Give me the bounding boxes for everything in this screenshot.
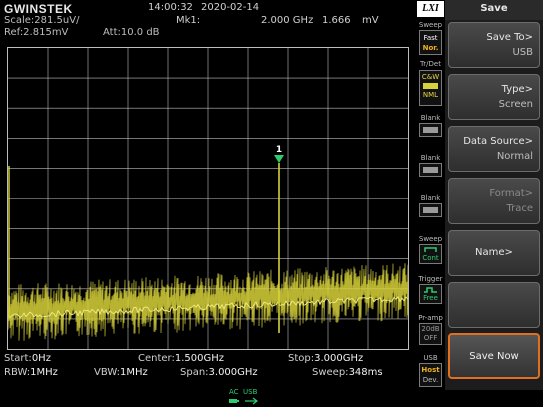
scale-readout: Scale:281.5uV/ bbox=[4, 15, 80, 26]
menu-title: Save bbox=[445, 0, 543, 20]
trace-color-icon bbox=[423, 83, 438, 89]
center-freq: Center:1.500GHz bbox=[138, 353, 224, 364]
stop-value: 3.000GHz bbox=[314, 353, 364, 364]
sweep-time: Sweep:348ms bbox=[312, 367, 383, 378]
vbw-label: VBW: bbox=[94, 367, 121, 378]
marker-triangle-icon bbox=[274, 155, 284, 163]
stop-freq: Stop:3.000GHz bbox=[288, 353, 363, 364]
start-label: Start: bbox=[4, 353, 32, 364]
spectrum-plot[interactable]: 1 bbox=[7, 47, 409, 350]
ref-level-readout: Ref:2.815mV bbox=[4, 27, 69, 38]
format-label: Format> bbox=[489, 188, 533, 199]
preamp-label: Pr-amp bbox=[418, 314, 443, 322]
vbw-value: 1MHz bbox=[120, 367, 148, 378]
marker-frequency: 2.000 GHz bbox=[261, 15, 314, 26]
continuous-sweep-icon bbox=[424, 247, 437, 252]
save-now-label: Save Now bbox=[469, 351, 519, 362]
preamp-gain: 20dB bbox=[421, 325, 440, 333]
blank-box-2[interactable] bbox=[419, 163, 442, 177]
format-value: Trace bbox=[506, 203, 533, 214]
trace-cw: C&W bbox=[421, 73, 440, 81]
sweep-cont-label: Sweep bbox=[418, 235, 443, 243]
brand-logo: GWINSTEK bbox=[4, 2, 73, 16]
rbw: RBW:1MHz bbox=[4, 367, 58, 378]
trace-disabled-icon bbox=[423, 167, 438, 173]
free-run-icon bbox=[424, 287, 437, 293]
sweep-label: Sweep: bbox=[312, 367, 349, 378]
rbw-label: RBW: bbox=[4, 367, 31, 378]
start-value: 0Hz bbox=[31, 353, 51, 364]
name-label: Name> bbox=[475, 247, 513, 258]
sweep-normal: Nor. bbox=[422, 44, 439, 52]
sweep-status-label: Sweep bbox=[418, 21, 443, 29]
blank-label-2: Blank bbox=[420, 154, 441, 162]
marker-1: 1 bbox=[274, 145, 284, 163]
trace-detector-box[interactable]: C&W NML bbox=[419, 70, 442, 106]
usb-label: USB bbox=[423, 354, 438, 362]
blank-box-1[interactable] bbox=[419, 123, 442, 137]
span: Span:3.000GHz bbox=[180, 367, 258, 378]
ac-label: AC bbox=[229, 388, 239, 396]
span-value: 3.000GHz bbox=[208, 367, 258, 378]
blank-box-3[interactable] bbox=[419, 203, 442, 217]
format-button[interactable]: Format> Trace bbox=[448, 178, 540, 224]
save-to-label: Save To> bbox=[486, 32, 533, 43]
blank-menu-button[interactable] bbox=[448, 282, 540, 328]
stop-label: Stop: bbox=[288, 353, 315, 364]
attenuation-readout: Att:10.0 dB bbox=[103, 27, 160, 38]
usb-dev: Dev. bbox=[422, 376, 439, 384]
trigger-free: Free bbox=[423, 294, 438, 302]
marker-amplitude: 1.666 bbox=[322, 15, 351, 26]
spectrum-graph: 1 bbox=[8, 48, 408, 349]
center-value: 1.500GHz bbox=[174, 353, 225, 364]
save-to-button[interactable]: Save To> USB bbox=[448, 22, 540, 68]
data-source-value: Normal bbox=[496, 151, 533, 162]
span-label: Span: bbox=[180, 367, 209, 378]
clock-date: 2020-02-14 bbox=[201, 2, 260, 13]
marker-label: Mk1: bbox=[176, 15, 201, 26]
save-to-value: USB bbox=[512, 47, 533, 58]
data-source-button[interactable]: Data Source> Normal bbox=[448, 126, 540, 172]
trigger-box[interactable]: Free bbox=[419, 284, 442, 304]
usb-mode-box[interactable]: Host Dev. bbox=[419, 363, 442, 387]
type-label: Type> bbox=[501, 84, 533, 95]
name-button[interactable]: Name> bbox=[448, 230, 540, 276]
trace-detector-label: Tr/Det bbox=[420, 60, 441, 68]
trace-disabled-icon bbox=[423, 127, 438, 133]
marker-number: 1 bbox=[276, 145, 282, 155]
start-freq: Start:0Hz bbox=[4, 353, 51, 364]
rbw-value: 1MHz bbox=[30, 367, 58, 378]
sweep-fast: Fast bbox=[423, 34, 438, 42]
power-usb-icon bbox=[229, 397, 258, 405]
marker-unit: mV bbox=[362, 15, 379, 26]
usb-host: Host bbox=[421, 366, 440, 374]
type-value: Screen bbox=[498, 99, 533, 110]
preamp-box[interactable]: 20dB OFF bbox=[419, 323, 442, 345]
detector-nml: NML bbox=[422, 91, 439, 99]
clock-time: 14:00:32 bbox=[148, 2, 193, 13]
sweep-cont: Cont bbox=[422, 254, 439, 262]
vbw: VBW:1MHz bbox=[94, 367, 148, 378]
sweep-mode-box[interactable]: Fast Nor. bbox=[419, 30, 442, 55]
trigger-label: Trigger bbox=[418, 275, 443, 283]
trace-disabled-icon bbox=[423, 207, 438, 213]
center-label: Center: bbox=[138, 353, 175, 364]
usb-indicator-label: USB bbox=[243, 388, 258, 396]
type-button[interactable]: Type> Screen bbox=[448, 74, 540, 120]
sweep-value: 348ms bbox=[348, 367, 383, 378]
blank-label-3: Blank bbox=[420, 194, 441, 202]
save-now-button[interactable]: Save Now bbox=[448, 333, 540, 379]
footer-bar bbox=[0, 390, 543, 407]
data-source-label: Data Source> bbox=[463, 136, 533, 147]
sweep-cont-box[interactable]: Cont bbox=[419, 244, 442, 264]
blank-label-1: Blank bbox=[420, 114, 441, 122]
lxi-logo: LXI bbox=[417, 1, 444, 17]
preamp-state: OFF bbox=[423, 334, 438, 342]
